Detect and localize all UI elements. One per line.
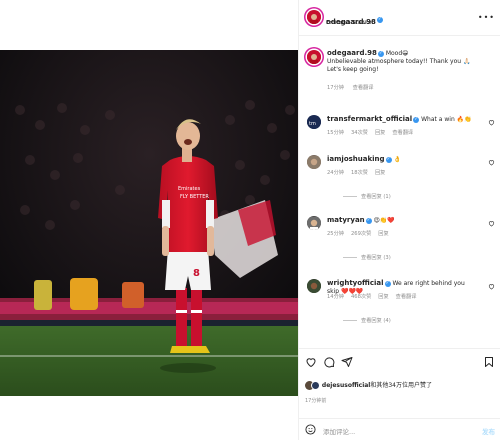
comment-likes[interactable]: 18次赞 xyxy=(351,170,368,176)
likes-summary: dejesusofficial和其他34万位用户赞了 xyxy=(305,380,432,390)
comment-icon[interactable] xyxy=(323,356,335,368)
comment-likes[interactable]: 269次赞 xyxy=(351,231,371,237)
heart-icon[interactable] xyxy=(305,356,317,368)
comment-input[interactable]: 添加评论... xyxy=(323,426,355,436)
comments-list[interactable]: odegaard.98 ✓ Mood😁 Unbelievable atmosphe… xyxy=(299,37,500,342)
comment-meta: 24分钟 18次赞 回复 xyxy=(327,169,392,176)
comment-username[interactable]: iamjoshuaking xyxy=(327,155,385,163)
comment-avatar[interactable] xyxy=(307,155,321,169)
comment-text: 😍👏❤️ xyxy=(373,217,395,224)
action-bar xyxy=(299,348,500,374)
svg-text:8: 8 xyxy=(193,268,200,279)
caption: odegaard.98 ✓ Mood😁 Unbelievable atmosphe… xyxy=(299,47,500,107)
post-dialog: 8 Emirates FLY BETTER odegaard.98 ✓ Emir… xyxy=(0,0,500,440)
bookmark-icon[interactable] xyxy=(483,356,495,368)
comment-item: matyryan ✓ 😍👏❤️ 25分钟 269次赞 回复 查看回复 (3) xyxy=(299,214,500,270)
author-avatar[interactable] xyxy=(307,10,321,24)
comment-item: wrightyofficial ✓ We are right behind you… xyxy=(299,277,500,333)
verified-icon: ✓ xyxy=(376,16,383,23)
post-button[interactable]: 发布 xyxy=(482,426,495,436)
caption-age: 17分钟 xyxy=(327,85,344,91)
comment-avatar[interactable] xyxy=(307,279,321,293)
comment-username[interactable]: wrightyofficial xyxy=(327,279,384,287)
heart-icon[interactable] xyxy=(488,283,495,290)
location-link[interactable]: Emirates Stadium xyxy=(326,20,375,26)
heart-icon[interactable] xyxy=(488,220,495,227)
comment-text: 👌 xyxy=(393,156,401,163)
translate-link[interactable]: 查看翻译 xyxy=(392,130,413,136)
post-timestamp: 17分钟前 xyxy=(305,398,327,404)
more-icon[interactable]: ••• xyxy=(478,13,495,22)
comment-age: 24分钟 xyxy=(327,170,344,176)
heart-icon[interactable] xyxy=(488,119,495,126)
share-icon[interactable] xyxy=(341,356,353,368)
liker-username[interactable]: dejesusofficial xyxy=(322,382,370,389)
comment-text: What a win 🔥👏 xyxy=(421,116,472,123)
post-photo[interactable]: 8 Emirates FLY BETTER xyxy=(0,50,298,396)
comment-avatar[interactable] xyxy=(307,216,321,230)
reply-button[interactable]: 回复 xyxy=(375,170,385,176)
comment-likes[interactable]: 468次赞 xyxy=(351,294,371,300)
likes-suffix[interactable]: 和其他34万位用户赞了 xyxy=(370,382,432,389)
translate-link[interactable]: 查看翻译 xyxy=(396,294,417,300)
verified-icon: ✓ xyxy=(365,217,372,224)
comment-username[interactable]: transfermarkt_official xyxy=(327,115,412,123)
comment-age: 25分钟 xyxy=(327,231,344,237)
view-replies-link[interactable]: 查看回复 (1) xyxy=(343,193,391,200)
comment-age: 14分钟 xyxy=(327,294,344,300)
reply-button[interactable]: 回复 xyxy=(378,231,388,237)
post-header: odegaard.98 ✓ Emirates Stadium ••• xyxy=(299,0,500,36)
comment-item: tm transfermarkt_official ✓ What a win 🔥👏… xyxy=(299,113,500,147)
verified-icon: ✓ xyxy=(377,50,384,57)
verified-icon: ✓ xyxy=(384,280,391,287)
liker-avatar xyxy=(311,381,320,390)
comment-username[interactable]: matyryan xyxy=(327,216,365,224)
caption-meta: 17分钟 查看翻译 xyxy=(327,84,380,91)
comment-meta: 14分钟 468次赞 回复 查看翻译 xyxy=(327,293,423,300)
comment-age: 15分钟 xyxy=(327,130,344,136)
caption-username[interactable]: odegaard.98 xyxy=(327,49,377,57)
comment-meta: 15分钟 34次赞 回复 查看翻译 xyxy=(327,129,420,136)
heart-icon[interactable] xyxy=(488,159,495,166)
verified-icon: ✓ xyxy=(385,156,392,163)
reply-button[interactable]: 回复 xyxy=(375,130,385,136)
reply-button[interactable]: 回复 xyxy=(378,294,388,300)
comment-meta: 25分钟 269次赞 回复 xyxy=(327,230,396,237)
comment-item: iamjoshuaking ✓ 👌 24分钟 18次赞 回复 查看回复 (1) xyxy=(299,153,500,209)
post-sidebar: odegaard.98 ✓ Emirates Stadium ••• odegaa… xyxy=(298,0,500,440)
verified-icon: ✓ xyxy=(413,116,420,123)
media-column: 8 Emirates FLY BETTER xyxy=(0,0,298,440)
caption-text: Mood😁 xyxy=(385,50,409,57)
comment-likes[interactable]: 34次赞 xyxy=(351,130,368,136)
caption-body: Unbelievable atmosphere today!! Thank yo… xyxy=(327,58,471,65)
caption-body-2: Let's keep going! xyxy=(327,66,379,73)
svg-text:tm: tm xyxy=(309,121,316,127)
caption-avatar[interactable] xyxy=(307,50,321,64)
view-replies-link[interactable]: 查看回复 (4) xyxy=(343,317,391,324)
view-replies-link[interactable]: 查看回复 (3) xyxy=(343,254,391,261)
add-comment-bar: 添加评论... 发布 xyxy=(299,418,500,440)
svg-text:FLY BETTER: FLY BETTER xyxy=(180,194,209,200)
emoji-icon[interactable] xyxy=(305,424,316,435)
translate-link[interactable]: 查看翻译 xyxy=(353,85,374,91)
svg-text:Emirates: Emirates xyxy=(178,186,201,192)
comment-avatar[interactable]: tm xyxy=(307,115,321,129)
